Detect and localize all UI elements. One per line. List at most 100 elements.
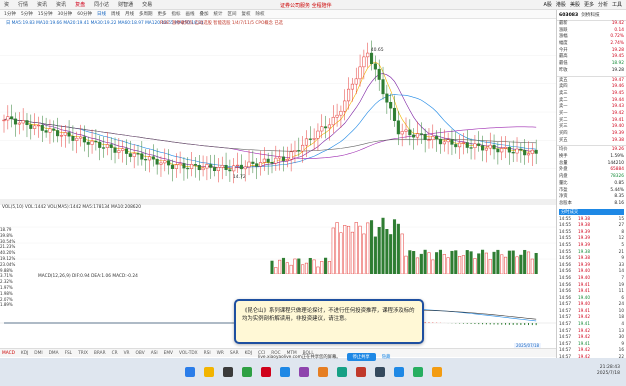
stock-header: 603083 剑桥科技 <box>557 10 626 21</box>
top-tool-0[interactable]: A股 <box>544 1 552 8</box>
tick-row: 14:57 19.41 10 <box>557 308 626 315</box>
taskbar-app-icon[interactable] <box>336 367 347 377</box>
tab-dma[interactable]: DMA <box>49 351 59 356</box>
disclaimer-subtitle: 《昆仑山》系列课程只做理论探讨，不进行任何投资推荐，课程涉及标的均为实例剖析解读… <box>234 299 424 344</box>
period-15[interactable]: 复权 <box>241 11 250 17</box>
candle-body <box>534 149 538 154</box>
period-7[interactable]: 月线 <box>125 11 134 17</box>
taskbar-app-icon[interactable] <box>317 367 328 377</box>
tab-emv[interactable]: EMV <box>164 351 173 356</box>
volume-bar <box>312 259 316 274</box>
candle-body <box>220 165 224 168</box>
tick-volume: 30 <box>618 334 624 340</box>
taskbar-app-icon[interactable] <box>374 367 385 377</box>
period-12[interactable]: 叠加 <box>199 11 208 17</box>
tick-price: 19.39 <box>578 241 590 247</box>
stop-share-button[interactable]: 停止共享 <box>346 353 376 361</box>
candle-body <box>331 116 335 126</box>
volume-bar <box>526 251 531 274</box>
taskbar-app-icon[interactable] <box>260 367 271 377</box>
volume-bar <box>304 262 309 274</box>
tab-fsl[interactable]: FSL <box>65 351 73 356</box>
top-tool-3[interactable]: 更多 <box>584 1 594 8</box>
quote-row: 卖一 19.43 <box>557 104 626 111</box>
candle-body <box>281 156 286 161</box>
tab-kdj[interactable]: KDJ <box>21 351 28 356</box>
candle-body <box>396 120 400 135</box>
candle-body <box>6 116 10 121</box>
menu-item-0[interactable]: 资 <box>4 1 9 8</box>
candlestick-chart[interactable]: 40.65 14.72 <box>0 27 556 197</box>
taskbar-app-icon[interactable] <box>279 367 290 377</box>
candle-body <box>170 164 175 169</box>
period-14[interactable]: 区间 <box>227 11 236 17</box>
tick-time: 14:56 <box>559 274 572 280</box>
taskbar-app-icon[interactable] <box>393 367 404 377</box>
candle-body <box>431 136 435 140</box>
tab-vr[interactable]: VR <box>124 351 130 356</box>
menu-item-3[interactable]: 资讯 <box>56 1 66 8</box>
tab-trix[interactable]: TRIX <box>78 351 88 356</box>
taskbar-app-icon[interactable] <box>241 367 252 377</box>
period-16[interactable]: 除权 <box>255 11 264 17</box>
period-0[interactable]: 1分钟 <box>4 11 16 17</box>
taskbar-app-icon[interactable] <box>431 367 442 377</box>
taskbar-app-icon[interactable] <box>412 367 423 377</box>
top-tool-5[interactable]: 工具 <box>612 1 622 8</box>
hide-button[interactable]: 隐藏 <box>382 354 391 360</box>
tab-wr[interactable]: WR <box>217 351 224 356</box>
taskbar-app-icon[interactable] <box>222 367 233 377</box>
candle-body <box>193 164 197 166</box>
candle-body <box>511 151 515 154</box>
tab-macd[interactable]: MACD <box>2 351 15 356</box>
top-tool-2[interactable]: 美股 <box>570 1 580 8</box>
taskbar-app-icon[interactable] <box>298 367 309 377</box>
menu-item-7[interactable]: 交易 <box>142 1 152 8</box>
taskbar-app-icon[interactable] <box>184 367 195 377</box>
volume-bar <box>477 253 481 274</box>
top-tool-1[interactable]: 港股 <box>556 1 566 8</box>
candle-body <box>362 56 366 68</box>
menu-item-6[interactable]: 财智通 <box>118 1 133 8</box>
quote-value: 8.16 <box>614 200 624 206</box>
volume-bar <box>350 231 354 274</box>
period-9[interactable]: 更多 <box>157 11 166 17</box>
tick-volume: 13 <box>618 327 624 333</box>
top-tool-4[interactable]: 分析 <box>598 1 608 8</box>
period-6[interactable]: 周线 <box>111 11 120 17</box>
quote-value: 19.43 <box>611 104 624 110</box>
period-11[interactable]: 画线 <box>185 11 194 17</box>
tick-row: 14:56 19.40 14 <box>557 268 626 275</box>
volume-chart[interactable] <box>0 211 556 274</box>
period-3[interactable]: 30分钟 <box>57 11 72 17</box>
period-4[interactable]: 60分钟 <box>77 11 92 17</box>
volume-bar <box>339 232 343 274</box>
tick-detail-button[interactable]: 分时成交 <box>559 208 624 215</box>
tab-rsi[interactable]: RSI <box>204 351 211 356</box>
menu-item-5[interactable]: 同小达 <box>94 1 109 8</box>
candle-body <box>186 167 190 170</box>
menu-item-2[interactable]: 资讯 <box>37 1 47 8</box>
tab-asi[interactable]: ASI <box>151 351 158 356</box>
period-10[interactable]: 指标 <box>171 11 180 17</box>
taskbar-app-icon[interactable] <box>203 367 214 377</box>
candle-body <box>40 124 44 131</box>
period-13[interactable]: 统计 <box>213 11 222 17</box>
tab-sar[interactable]: SAR <box>230 351 239 356</box>
taskbar-app-icon[interactable] <box>355 367 366 377</box>
tab-obv[interactable]: OBV <box>136 351 145 356</box>
quote-row: 净资 8.35 <box>557 194 626 201</box>
menu-item-4[interactable]: 复盘 <box>75 1 85 8</box>
period-5[interactable]: 日线 <box>97 11 106 17</box>
menu-item-1[interactable]: 行情 <box>18 1 28 8</box>
tick-price: 19.41 <box>578 288 590 294</box>
tick-time: 14:57 <box>559 334 572 340</box>
period-2[interactable]: 15分钟 <box>38 11 53 17</box>
tab-brar[interactable]: BRAR <box>94 351 106 356</box>
tab-dmi[interactable]: DMI <box>34 351 42 356</box>
tab-vol-tdx[interactable]: VOL-TDX <box>179 351 198 356</box>
period-8[interactable]: 多周期 <box>139 11 153 17</box>
period-1[interactable]: 5分钟 <box>21 11 33 17</box>
tab-cr[interactable]: CR <box>112 351 118 356</box>
tab-kdj[interactable]: KDJ <box>245 351 252 356</box>
